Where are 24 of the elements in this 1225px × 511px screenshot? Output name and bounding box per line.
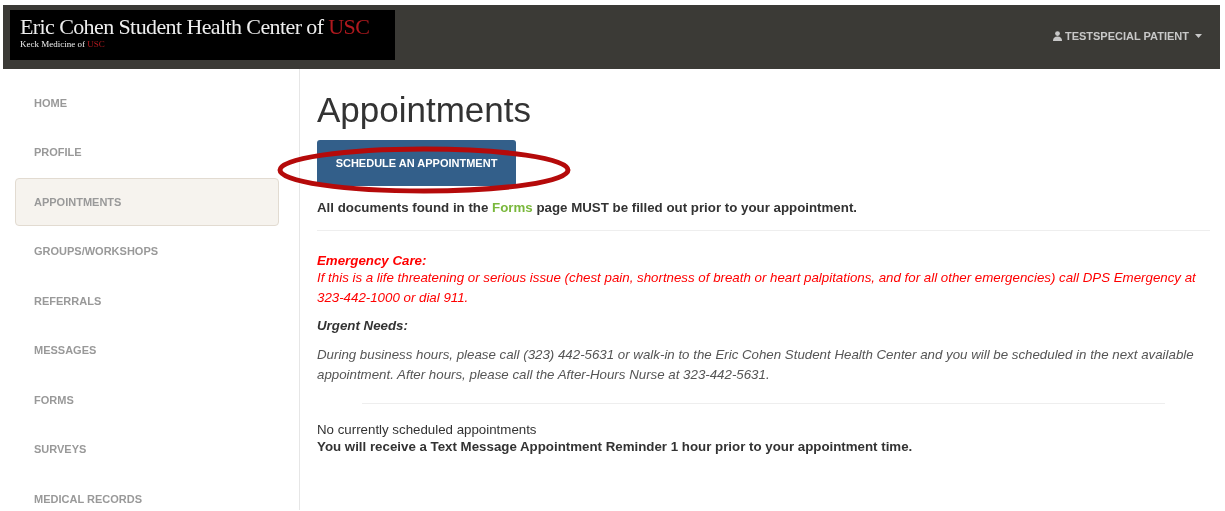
forms-link[interactable]: Forms: [492, 200, 533, 215]
logo-title: Eric Cohen Student Health Center of USC: [20, 14, 370, 40]
sidebar-item[interactable]: SURVEYS: [15, 425, 279, 473]
emergency-heading: Emergency Care:: [317, 253, 428, 268]
empty-message: No currently scheduled appointments: [317, 422, 538, 437]
emergency-text: If this is a life threatening or serious issue (chest pain, shortness of breath or heart palpitations, and for all other emergencies) call DPS Emergency at 323-442-1000 or dial 911.: [317, 269, 1197, 307]
user-menu[interactable]: TESTSPECIAL PATIENT: [1052, 30, 1202, 42]
logo-subtitle: Keck Medicine of USC: [20, 39, 105, 49]
sidebar-item[interactable]: PROFILE: [15, 128, 279, 176]
reminder-text: You will receive a Text Message Appointment Reminder 1 hour prior to your appointment time.: [317, 439, 914, 454]
logo[interactable]: Eric Cohen Student Health Center of USC Keck Medicine of USC: [10, 10, 395, 60]
caret-icon: [1195, 34, 1202, 38]
page-title: Appointments: [317, 90, 533, 130]
urgent-heading: Urgent Needs:: [317, 318, 409, 333]
sidebar-item[interactable]: FORMS: [15, 376, 279, 424]
sidebar-item[interactable]: REFERRALS: [15, 277, 279, 325]
sidebar-item[interactable]: MEDICAL RECORDS: [15, 475, 279, 511]
notice-text: All documents found in the Forms page MUST be filled out prior to your appointment.: [317, 200, 858, 215]
sidebar-item[interactable]: GROUPS/WORKSHOPS: [15, 227, 279, 275]
sidebar-item[interactable]: MESSAGES: [15, 326, 279, 374]
urgent-text: During business hours, please call (323) 442-5631 or walk-in to the Eric Cohen Student Health Center and you will be scheduled in the next available appointment. After hours, please call the After-Hours Nurse at 323-442-5631.: [317, 346, 1195, 384]
sidebar-item[interactable]: HOME: [15, 79, 279, 127]
user-icon: [1052, 31, 1062, 41]
sidebar-item[interactable]: APPOINTMENTS: [15, 178, 279, 226]
